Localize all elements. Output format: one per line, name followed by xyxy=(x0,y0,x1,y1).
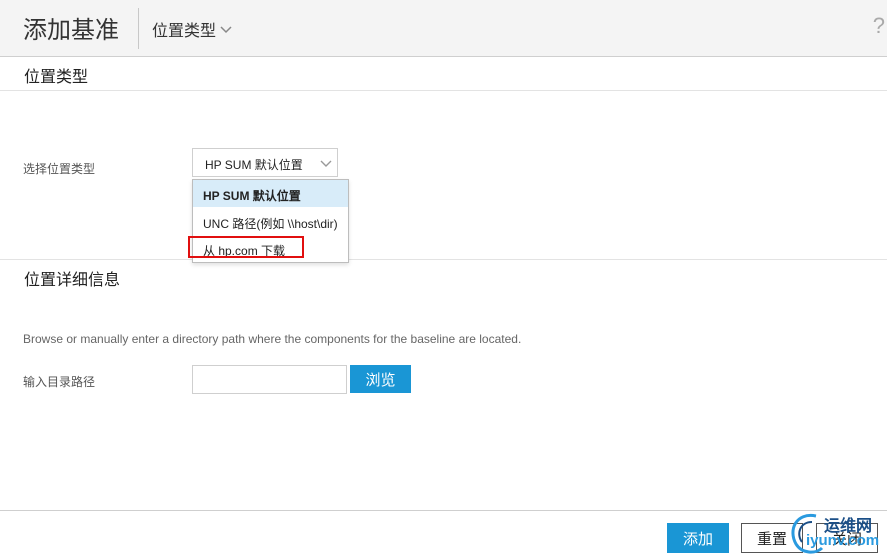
add-button[interactable]: 添加 xyxy=(667,523,729,553)
section-divider xyxy=(0,259,887,260)
section-title-location-detail: 位置详细信息 xyxy=(24,272,121,289)
directory-path-input[interactable] xyxy=(192,365,347,394)
dropdown-option-unc-path[interactable]: UNC 路径(例如 \\host\dir) xyxy=(193,208,348,235)
page-header: 添加基准 位置类型 ? xyxy=(0,0,887,57)
view-selector[interactable]: 位置类型 xyxy=(152,17,232,41)
watermark-text-en: iyunv.com xyxy=(806,532,880,549)
location-type-select[interactable]: HP SUM 默认位置 xyxy=(192,148,338,177)
footer-divider xyxy=(0,510,887,511)
help-icon[interactable]: ? xyxy=(873,13,885,39)
location-type-select-value: HP SUM 默认位置 xyxy=(205,158,303,172)
section-title-location-type: 位置类型 xyxy=(24,69,89,86)
directory-path-label: 输入目录路径 xyxy=(23,375,96,389)
location-description: Browse or manually enter a directory pat… xyxy=(23,332,522,346)
browse-button[interactable]: 浏览 xyxy=(350,365,411,393)
chevron-down-icon xyxy=(320,157,332,171)
annotation-highlight-box xyxy=(188,236,304,258)
page-title: 添加基准 xyxy=(23,17,119,44)
select-location-type-label: 选择位置类型 xyxy=(23,162,96,176)
dropdown-option-default-location[interactable]: HP SUM 默认位置 xyxy=(193,180,348,207)
view-selector-label: 位置类型 xyxy=(152,23,217,40)
chevron-down-icon xyxy=(220,21,232,39)
header-divider xyxy=(138,8,139,49)
section-divider xyxy=(0,90,887,91)
watermark-logo: 运维网 iyunv.com xyxy=(784,506,887,558)
